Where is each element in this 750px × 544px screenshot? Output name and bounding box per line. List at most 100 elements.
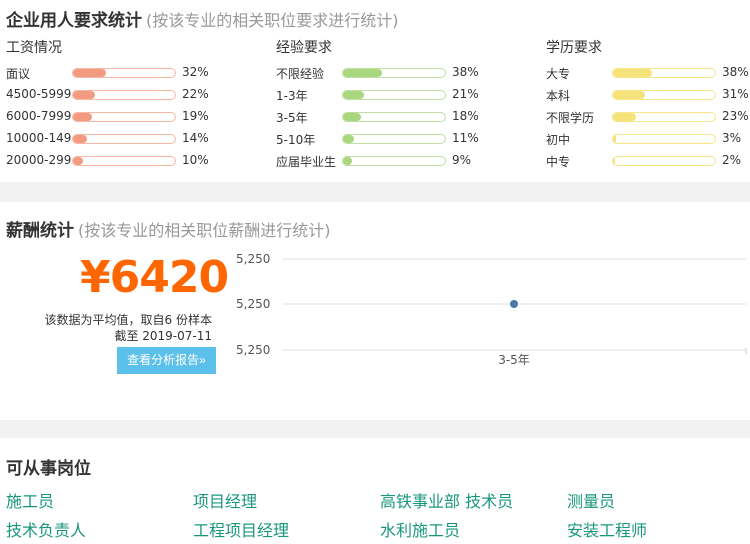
job-link[interactable]: 技术负责人	[6, 517, 86, 541]
jobs-title: 可从事岗位	[6, 459, 91, 479]
education-row-fill	[613, 69, 652, 77]
salary-rows: 面议 32% 4500-5999 22% 6000-7999 19% 10000…	[6, 62, 236, 172]
experience-requirement-heading: 经验要求	[276, 40, 332, 56]
experience-row-fill	[343, 91, 365, 99]
experience-row: 1-3年 21%	[276, 84, 506, 106]
education-row-percent: 23%	[722, 109, 749, 123]
salary-chart: 5,250 5,250 5,250 3-5年	[236, 252, 747, 367]
experience-row-fill	[343, 157, 353, 165]
experience-row: 3-5年 18%	[276, 106, 506, 128]
experience-row-label: 3-5年	[276, 111, 308, 125]
job-link[interactable]: 工程项目经理	[193, 517, 289, 541]
education-row-percent: 38%	[722, 65, 749, 79]
experience-row: 应届毕业生 9%	[276, 150, 506, 172]
education-row-label: 不限学历	[546, 111, 595, 125]
requirements-title: 企业用人要求统计 (按该专业的相关职位要求进行统计)	[6, 6, 399, 31]
y-tick-label: 5,250	[236, 343, 270, 357]
salary-row: 20000-29999 10%	[6, 150, 236, 172]
experience-row-label: 应届毕业生	[276, 155, 337, 169]
salary-row-bar	[72, 112, 176, 122]
education-row-fill	[613, 135, 617, 143]
salary-row: 4500-5999 22%	[6, 84, 236, 106]
x-tick-label: 3-5年	[498, 353, 530, 367]
salary-row-bar	[72, 156, 176, 166]
job-link[interactable]: 水利施工员	[380, 517, 460, 541]
salary-requirement-column: 工资情况 面议 32% 4500-5999 22% 6000-7999 19% …	[6, 38, 236, 172]
education-row-percent: 3%	[722, 131, 742, 145]
experience-row-label: 1-3年	[276, 89, 308, 103]
salary-row-label: 10000-14999	[6, 131, 72, 145]
experience-requirement-column: 经验要求 不限经验 38% 1-3年 21% 3-5年 18% 5-10年 11…	[276, 38, 506, 172]
experience-row-bar	[342, 156, 446, 166]
education-row-bar	[612, 134, 716, 144]
salary-row-bar	[72, 68, 176, 78]
experience-row-percent: 38%	[452, 65, 479, 79]
y-tick-label: 5,250	[236, 252, 270, 266]
job-link[interactable]: 施工员	[6, 488, 54, 512]
salary-row-label: 6000-7999	[6, 109, 72, 123]
education-row-bar	[612, 90, 716, 100]
experience-row-percent: 21%	[452, 87, 479, 101]
jobs-panel: 可从事岗位 施工员 项目经理 高铁事业部 技术员 测量员 技术负责人 工程项目经…	[0, 438, 750, 544]
salary-row-label: 20000-29999	[6, 153, 72, 167]
salary-row-fill	[73, 135, 88, 143]
salary-row-fill	[73, 69, 106, 77]
experience-row-bar	[342, 112, 446, 122]
education-row-percent: 31%	[722, 87, 749, 101]
experience-row-label: 不限经验	[276, 67, 325, 81]
salary-row: 6000-7999 19%	[6, 106, 236, 128]
education-rows: 大专 38% 本科 31% 不限学历 23% 初中 3% 中专 2%	[546, 62, 750, 172]
experience-row-percent: 11%	[452, 131, 479, 145]
experience-row-fill	[343, 69, 382, 77]
job-link[interactable]: 项目经理	[193, 488, 257, 512]
experience-row-percent: 9%	[452, 153, 472, 167]
education-row: 不限学历 23%	[546, 106, 750, 128]
education-row-bar	[612, 68, 716, 78]
salary-stats-panel: 薪酬统计 (按该专业的相关职位薪酬进行统计) ¥6420 该数据为平均值，取自6 …	[0, 202, 750, 420]
salary-row-fill	[73, 157, 84, 165]
salary-stats-title-text: 薪酬统计	[6, 221, 74, 241]
requirements-title-text: 企业用人要求统计	[6, 11, 142, 31]
education-requirement-column: 学历要求 大专 38% 本科 31% 不限学历 23% 初中 3% 中专 2%	[546, 38, 750, 172]
experience-row-bar	[342, 134, 446, 144]
salary-row-percent: 14%	[182, 131, 209, 145]
salary-row-percent: 10%	[182, 153, 209, 167]
education-row: 初中 3%	[546, 128, 750, 150]
salary-row-bar	[72, 134, 176, 144]
experience-row-fill	[343, 113, 362, 121]
salary-row-label: 面议	[6, 67, 31, 81]
education-row-fill	[613, 157, 616, 165]
view-report-button[interactable]: 查看分析报告»	[117, 347, 216, 374]
as-of-date: 截至 2019-07-11	[114, 329, 212, 343]
education-row-fill	[613, 91, 645, 99]
education-row-fill	[613, 113, 637, 121]
education-row: 本科 31%	[546, 84, 750, 106]
requirements-panel: 企业用人要求统计 (按该专业的相关职位要求进行统计) 工资情况 面议 32% 45…	[0, 0, 750, 182]
experience-row-label: 5-10年	[276, 133, 316, 147]
education-row-label: 初中	[546, 133, 571, 147]
salary-row-percent: 19%	[182, 109, 209, 123]
job-link[interactable]: 测量员	[567, 488, 615, 512]
education-row: 大专 38%	[546, 62, 750, 84]
education-row-percent: 2%	[722, 153, 742, 167]
job-link[interactable]: 高铁事业部 技术员	[380, 488, 513, 512]
salary-row-percent: 22%	[182, 87, 209, 101]
salary-row-fill	[73, 113, 93, 121]
experience-row-bar	[342, 68, 446, 78]
education-row: 中专 2%	[546, 150, 750, 172]
salary-row: 面议 32%	[6, 62, 236, 84]
salary-row: 10000-14999 14%	[6, 128, 236, 150]
experience-row: 5-10年 11%	[276, 128, 506, 150]
job-link[interactable]: 安装工程师	[567, 517, 647, 541]
experience-row-bar	[342, 90, 446, 100]
experience-rows: 不限经验 38% 1-3年 21% 3-5年 18% 5-10年 11% 应届毕…	[276, 62, 506, 172]
sample-note: 该数据为平均值，取自6 份样本	[44, 313, 212, 327]
salary-row-percent: 32%	[182, 65, 209, 79]
average-salary: ¥6420	[80, 252, 229, 303]
y-tick-label: 5,250	[236, 297, 270, 311]
data-point[interactable]	[510, 300, 518, 308]
education-requirement-heading: 学历要求	[546, 40, 602, 56]
education-row-bar	[612, 112, 716, 122]
salary-requirement-heading: 工资情况	[6, 40, 62, 56]
salary-stats-subtitle: (按该专业的相关职位薪酬进行统计)	[78, 221, 331, 240]
